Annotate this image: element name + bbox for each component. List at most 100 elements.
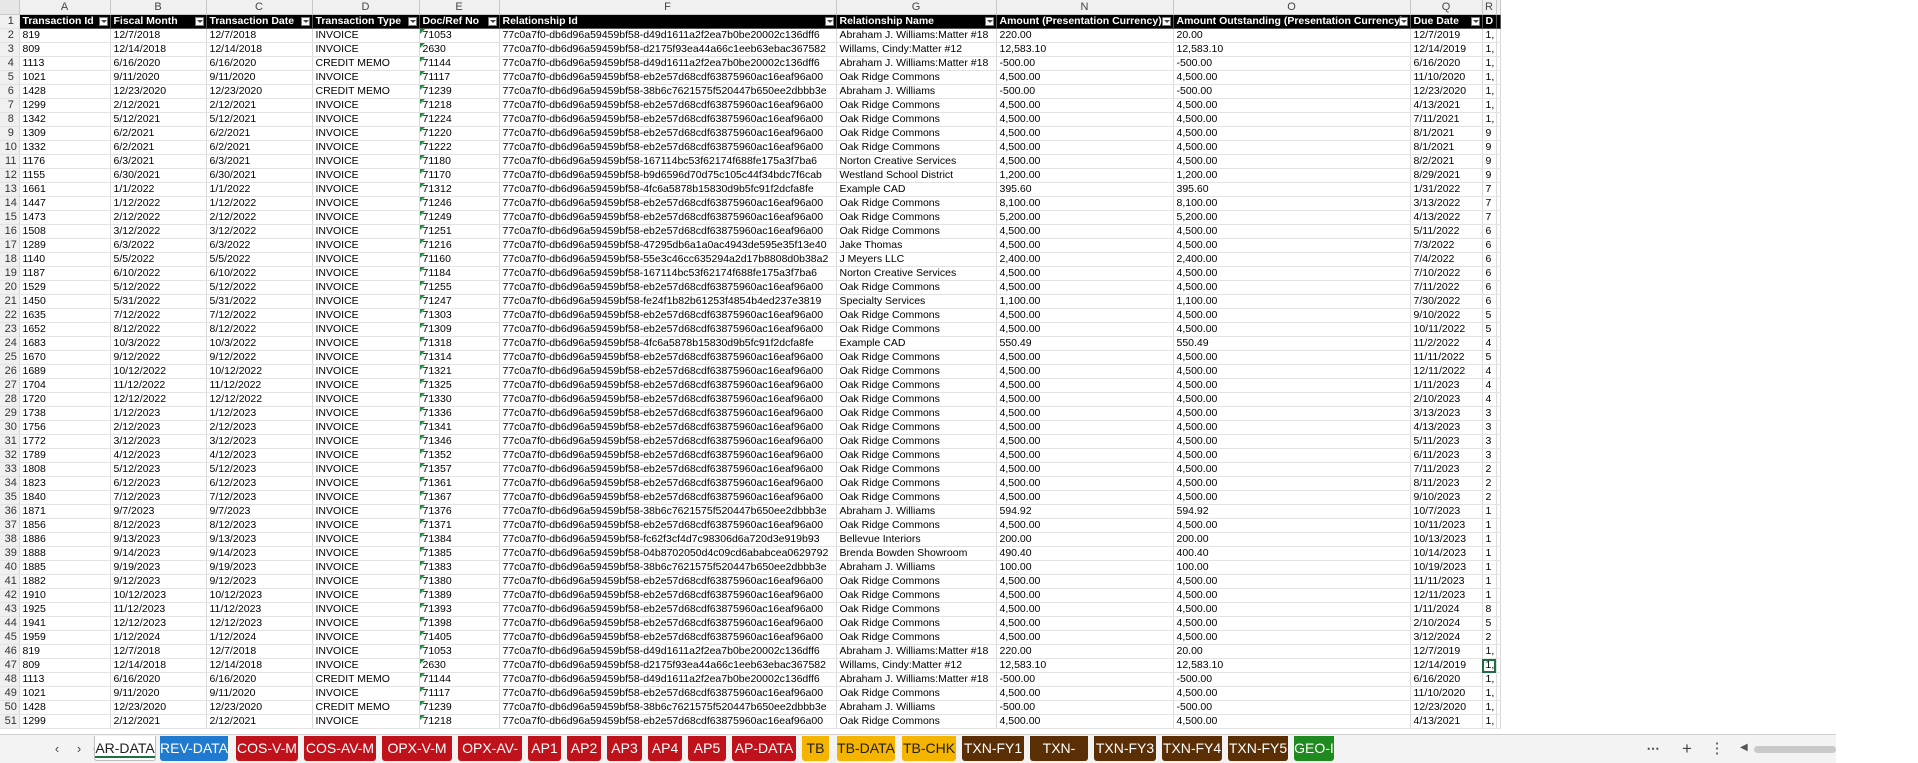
row-number[interactable]: 19 — [0, 266, 20, 281]
cell[interactable]: Abraham J. Williams — [836, 504, 997, 519]
cell[interactable]: 1, — [1482, 672, 1497, 687]
cell[interactable]: Oak Ridge Commons — [836, 196, 997, 211]
cell[interactable]: INVOICE — [312, 70, 420, 85]
cell[interactable]: Norton Creative Services — [836, 266, 997, 281]
cell[interactable]: 1,100.00 — [1173, 294, 1411, 309]
cell[interactable]: 77c0a7f0-db6d96a59459bf58-eb2e57d68cdf63… — [499, 126, 837, 141]
cell[interactable]: 11/10/2020 — [1410, 70, 1483, 85]
cell[interactable]: 71318 — [419, 336, 500, 351]
cell[interactable]: 1882 — [19, 574, 111, 589]
cell[interactable]: 1, — [1482, 714, 1497, 729]
cell[interactable]: 2/12/2021 — [110, 98, 207, 113]
cell[interactable]: 9/7/2023 — [110, 504, 207, 519]
cell[interactable]: 7/12/2023 — [206, 490, 313, 505]
cell[interactable]: 3 — [1482, 434, 1497, 449]
cell[interactable]: 1140 — [19, 252, 111, 267]
cell[interactable]: 71393 — [419, 602, 500, 617]
cell[interactable]: CREDIT MEMO — [312, 56, 420, 71]
cell[interactable]: 71170 — [419, 168, 500, 183]
cell[interactable] — [1496, 112, 1501, 127]
cell[interactable]: Abraham J. Williams — [836, 560, 997, 575]
cell[interactable]: -500.00 — [996, 672, 1174, 687]
cell[interactable]: 7/12/2022 — [110, 308, 207, 323]
cell[interactable]: INVOICE — [312, 406, 420, 421]
cell[interactable]: 6/16/2020 — [110, 672, 207, 687]
cell[interactable]: Oak Ridge Commons — [836, 308, 997, 323]
cell[interactable]: 550.49 — [1173, 336, 1411, 351]
cell[interactable]: 1155 — [19, 168, 111, 183]
cell[interactable]: 71160 — [419, 252, 500, 267]
row-number[interactable]: 8 — [0, 112, 20, 127]
row-number[interactable]: 41 — [0, 574, 20, 589]
cell[interactable] — [1496, 378, 1501, 393]
column-letter-header[interactable]: D — [312, 0, 420, 15]
cell[interactable]: 5 — [1482, 350, 1497, 365]
cell[interactable]: 12/23/2020 — [206, 84, 313, 99]
cell[interactable]: 7 — [1482, 210, 1497, 225]
cell[interactable]: 1885 — [19, 560, 111, 575]
cell[interactable]: 12/23/2020 — [1410, 700, 1483, 715]
cell[interactable]: 1 — [1482, 504, 1497, 519]
cell[interactable]: 1/12/2022 — [206, 196, 313, 211]
cell[interactable]: 4,500.00 — [1173, 378, 1411, 393]
row-number[interactable]: 23 — [0, 322, 20, 337]
cell[interactable] — [1496, 350, 1501, 365]
cell[interactable]: 4,500.00 — [1173, 434, 1411, 449]
cell[interactable]: 4,500.00 — [1173, 630, 1411, 645]
cell[interactable]: 1910 — [19, 588, 111, 603]
cell[interactable] — [1496, 560, 1501, 575]
row-number[interactable]: 50 — [0, 700, 20, 715]
row-number[interactable]: 33 — [0, 462, 20, 477]
cell[interactable]: 3/12/2024 — [1410, 630, 1483, 645]
horizontal-scrollbar[interactable]: ◀ — [1738, 742, 1836, 756]
cell[interactable]: Abraham J. Williams:Matter #18 — [836, 672, 997, 687]
cell[interactable]: Oak Ridge Commons — [836, 210, 997, 225]
cell[interactable]: INVOICE — [312, 602, 420, 617]
cell[interactable]: 3/12/2023 — [206, 434, 313, 449]
cell[interactable]: 3/12/2022 — [110, 224, 207, 239]
cell[interactable]: 1021 — [19, 70, 111, 85]
cell[interactable]: Abraham J. Williams — [836, 84, 997, 99]
cell[interactable]: 4,500.00 — [1173, 98, 1411, 113]
cell[interactable]: 71312 — [419, 182, 500, 197]
cell[interactable]: 77c0a7f0-db6d96a59459bf58-eb2e57d68cdf63… — [499, 518, 837, 533]
cell[interactable]: 11/10/2020 — [1410, 686, 1483, 701]
cell[interactable]: 395.60 — [996, 182, 1174, 197]
cell[interactable]: INVOICE — [312, 126, 420, 141]
row-number[interactable]: 13 — [0, 182, 20, 197]
cell[interactable]: 77c0a7f0-db6d96a59459bf58-eb2e57d68cdf63… — [499, 434, 837, 449]
cell[interactable]: 6/16/2020 — [1410, 672, 1483, 687]
row-number[interactable]: 44 — [0, 616, 20, 631]
cell[interactable]: 7/12/2023 — [110, 490, 207, 505]
cell[interactable]: 71309 — [419, 322, 500, 337]
cell[interactable]: 71249 — [419, 210, 500, 225]
cell[interactable]: 809 — [19, 658, 111, 673]
cell[interactable]: 71184 — [419, 266, 500, 281]
cell[interactable]: INVOICE — [312, 686, 420, 701]
cell[interactable]: 4,500.00 — [996, 378, 1174, 393]
cell[interactable]: 1/12/2023 — [206, 406, 313, 421]
cell[interactable]: 77c0a7f0-db6d96a59459bf58-38b6c7621575f5… — [499, 84, 837, 99]
cell[interactable]: Jake Thomas — [836, 238, 997, 253]
cell[interactable]: 6/12/2023 — [110, 476, 207, 491]
cell[interactable]: 8/11/2023 — [1410, 476, 1483, 491]
cell[interactable]: 77c0a7f0-db6d96a59459bf58-47295db6a1a0ac… — [499, 238, 837, 253]
cell[interactable]: 4,500.00 — [996, 280, 1174, 295]
cell[interactable]: 2/12/2023 — [206, 420, 313, 435]
cell[interactable]: 77c0a7f0-db6d96a59459bf58-eb2e57d68cdf63… — [499, 420, 837, 435]
cell[interactable]: 6/10/2022 — [206, 266, 313, 281]
cell[interactable]: 71218 — [419, 98, 500, 113]
cell[interactable]: 1,200.00 — [996, 168, 1174, 183]
cell[interactable]: 1299 — [19, 714, 111, 729]
cell[interactable]: 1823 — [19, 476, 111, 491]
cell[interactable]: 77c0a7f0-db6d96a59459bf58-eb2e57d68cdf63… — [499, 616, 837, 631]
cell[interactable]: 3/13/2023 — [1410, 406, 1483, 421]
column-letter-header[interactable]: G — [836, 0, 997, 15]
cell[interactable]: 200.00 — [996, 532, 1174, 547]
cell[interactable]: 71325 — [419, 378, 500, 393]
cell[interactable]: 4,500.00 — [996, 434, 1174, 449]
cell[interactable]: 1113 — [19, 672, 111, 687]
cell[interactable]: 1720 — [19, 392, 111, 407]
cell[interactable]: 7 — [1482, 182, 1497, 197]
cell[interactable]: Oak Ridge Commons — [836, 434, 997, 449]
